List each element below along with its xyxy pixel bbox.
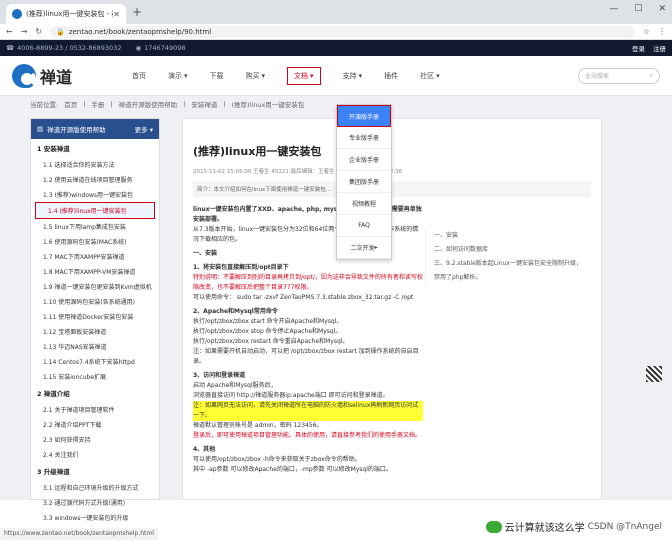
- sidebar-section[interactable]: 1 安装禅道: [31, 139, 159, 157]
- maximize-icon[interactable]: ☐: [634, 4, 642, 14]
- sidebar-section[interactable]: 2 禅道介绍: [31, 384, 159, 402]
- sidebar-item[interactable]: 1.12 宝塔面板安装禅道: [31, 324, 159, 339]
- menu-item-enterprise-manual[interactable]: 企业版手册: [337, 149, 391, 171]
- phone-info: ☎ 4006-8899-23 / 0532-86893032: [6, 44, 122, 52]
- nav-plugins[interactable]: 插件: [384, 56, 398, 96]
- breadcrumb-help[interactable]: 禅道开源版使用帮助: [119, 99, 178, 109]
- breadcrumb-home[interactable]: 首页: [64, 99, 77, 109]
- nav-support[interactable]: 支持 ▾: [343, 56, 363, 96]
- sidebar-item[interactable]: 3.3 windows一键安装包的升级: [31, 510, 159, 525]
- sidebar-item[interactable]: 1.15 安装ioncube扩展: [31, 369, 159, 384]
- menu-item-faq[interactable]: FAQ: [337, 215, 391, 237]
- chevron-down-icon: ▾: [436, 71, 440, 80]
- window-controls: — ☐ ✕: [609, 4, 666, 14]
- qr-code-icon[interactable]: [646, 366, 662, 382]
- nav-demo[interactable]: 演示 ▾: [168, 56, 188, 96]
- menu-item-dev[interactable]: 二次开发 ▸: [337, 237, 391, 259]
- more-button[interactable]: 更多 ▾: [135, 124, 153, 134]
- forward-icon[interactable]: →: [21, 27, 28, 36]
- article-summary: 简介：本文介绍如何在linux下面使用禅道一键安装包...: [193, 181, 591, 197]
- qq-icon: ◉: [135, 44, 142, 52]
- sidebar-item[interactable]: 2.4 关注我们: [31, 447, 159, 462]
- doc-sidebar: ▤ 禅道开源版使用帮助 更多 ▾ 1 安装禅道 1.1 选择适合你的安装方法 1…: [30, 118, 160, 522]
- reload-icon[interactable]: ↻: [35, 27, 42, 36]
- nav-community[interactable]: 社区 ▾: [420, 56, 440, 96]
- site-logo[interactable]: 禅道: [12, 63, 72, 88]
- back-icon[interactable]: ←: [6, 27, 13, 36]
- toc-item[interactable]: 二、如何访问数据库: [434, 243, 583, 257]
- sidebar-item[interactable]: 1.5 linux下用lamp集成包安装: [31, 219, 159, 234]
- chevron-down-icon: ▾: [358, 71, 363, 80]
- sidebar-item[interactable]: 3.2 通过源代码方式升级(通用): [31, 495, 159, 510]
- sidebar-item[interactable]: 1.7 MAC下用XAMPP安装禅道: [31, 249, 159, 264]
- chevron-down-icon: ▾: [184, 71, 188, 80]
- article-toc: 一、安装 二、如何访问数据库 三、9.2.stable版本起Linux一键安装包…: [425, 229, 583, 285]
- close-tab-icon[interactable]: ✕: [113, 10, 120, 19]
- book-icon: ▤: [37, 125, 44, 133]
- menu-item-group-manual[interactable]: 集团版手册: [337, 171, 391, 193]
- url-field[interactable]: 🔒 zentao.net/book/zentaopmshelp/90.html: [50, 25, 635, 38]
- qq-info: ◉ 1746749098: [135, 44, 186, 52]
- article-content: (推荐)linux用一键安装包 2015-11-02 15:05:00 王春生 …: [182, 118, 602, 500]
- sidebar-item[interactable]: 2.2 禅道介绍PPT下载: [31, 417, 159, 432]
- menu-item-open-source-manual[interactable]: 开源版手册: [337, 105, 391, 127]
- site-favicon-icon: [12, 9, 22, 19]
- sidebar-item-current[interactable]: 1.4 (推荐)linux用一键安装包: [35, 202, 155, 219]
- article-meta: 2015-11-02 15:05:00 王春生 45221 最后编辑：王春生 于…: [193, 169, 403, 175]
- browser-tab-strip: (推荐)linux用一键安装包 - 禅道 ✕ + — ☐ ✕: [0, 0, 672, 24]
- sidebar-section[interactable]: 3 升级禅道: [31, 462, 159, 480]
- sidebar-item[interactable]: 1.14 Centos7.4系统下安装httpd: [31, 354, 159, 369]
- sidebar-item[interactable]: 1.3 (推荐)windows用一键安装包: [31, 187, 159, 202]
- breadcrumb-install[interactable]: 安装禅道: [191, 99, 217, 109]
- nav-download[interactable]: 下载: [210, 56, 224, 96]
- sidebar-header: ▤ 禅道开源版使用帮助 更多 ▾: [31, 119, 159, 139]
- docs-dropdown-menu: 开源版手册 专业版手册 企业版手册 集团版手册 视频教程 FAQ 二次开发 ▸: [336, 104, 392, 260]
- breadcrumb-manual[interactable]: 手册: [91, 99, 104, 109]
- new-tab-icon[interactable]: +: [132, 5, 142, 19]
- nav-buy[interactable]: 购买 ▾: [246, 56, 266, 96]
- url-text: zentao.net/book/zentaopmshelp/90.html: [68, 27, 212, 36]
- sidebar-item[interactable]: 3.1 远程和自己环境升级的升级方式: [31, 480, 159, 495]
- nav-home[interactable]: 首页: [132, 56, 146, 96]
- nav-docs[interactable]: 文档 ▾: [287, 66, 321, 85]
- search-icon[interactable]: ⌕: [650, 72, 653, 80]
- tab-title: (推荐)linux用一键安装包 - 禅道: [26, 10, 113, 18]
- register-link[interactable]: 注册: [653, 43, 666, 53]
- sidebar-item[interactable]: 1.8 MAC下用XAMPP-VM安装禅道: [31, 264, 159, 279]
- login-link[interactable]: 登录: [632, 43, 645, 53]
- browser-tab[interactable]: (推荐)linux用一键安装包 - 禅道 ✕: [6, 4, 126, 24]
- close-window-icon[interactable]: ✕: [658, 4, 666, 14]
- sidebar-item[interactable]: 1.1 选择适合你的安装方法: [31, 157, 159, 172]
- menu-item-video-tutorial[interactable]: 视频教程: [337, 193, 391, 215]
- sidebar-item[interactable]: 2.1 关于禅道项目管理软件: [31, 402, 159, 417]
- article-title: (推荐)linux用一键安装包: [193, 145, 322, 158]
- lock-icon: 🔒: [56, 27, 65, 36]
- logo-icon: [12, 63, 36, 88]
- sidebar-item[interactable]: 1.9 禅道一键安装包更安装到Kvm虚拟机: [31, 279, 159, 294]
- toc-item[interactable]: 三、9.2.stable版本起Linux一键安装包安全限制升级，禁用了php解析…: [434, 257, 583, 285]
- sidebar-item[interactable]: 1.13 华迈NAS安装禅道: [31, 339, 159, 354]
- main-nav: 禅道 首页 演示 ▾ 下载 购买 ▾ 文档 ▾ 支持 ▾ 插件 社区 ▾ 全站搜索 ⌕: [0, 56, 672, 96]
- sidebar-item[interactable]: 1.10 使用源码包安装(各系统通用): [31, 294, 159, 309]
- site-search-input[interactable]: 全站搜索 ⌕: [578, 67, 660, 84]
- sidebar-item[interactable]: 1.2 使用云禅道在线项目管理服务: [31, 172, 159, 187]
- sidebar-item[interactable]: 1.6 使用源码包安装(MAC系统): [31, 234, 159, 249]
- status-bar-url: https://www.zentao.net/book/zentaopmshel…: [0, 528, 158, 540]
- phone-icon: ☎: [6, 44, 15, 52]
- minimize-icon[interactable]: —: [609, 4, 618, 14]
- chevron-down-icon: ▾: [310, 71, 314, 80]
- sidebar-item[interactable]: 2.3 如何获得支持: [31, 432, 159, 447]
- sidebar-item[interactable]: 1.11 使用禅道Docker安装包安装: [31, 309, 159, 324]
- menu-item-pro-manual[interactable]: 专业版手册: [337, 127, 391, 149]
- breadcrumb-current: (推荐)linux用一键安装包: [231, 101, 305, 109]
- menu-icon[interactable]: ⋮: [658, 27, 666, 36]
- wechat-icon: [485, 520, 502, 533]
- chevron-down-icon: ▾: [261, 71, 266, 80]
- site-topbar: ☎ 4006-8899-23 / 0532-86893032 ◉ 174674909…: [0, 40, 672, 56]
- toc-item[interactable]: 一、安装: [434, 229, 583, 243]
- address-bar: ← → ↻ 🔒 zentao.net/book/zentaopmshelp/90…: [0, 24, 672, 40]
- watermark: 云计算就该这么学 CSDN @TnAngel: [483, 517, 664, 536]
- star-icon[interactable]: ☆: [643, 27, 650, 36]
